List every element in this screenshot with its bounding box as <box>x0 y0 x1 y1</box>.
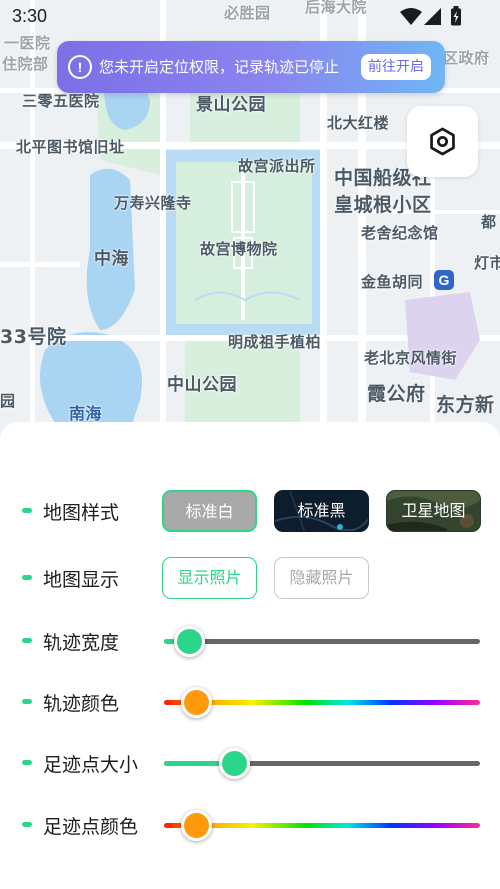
wifi-icon <box>400 8 422 25</box>
map-style-label: 地图样式 <box>43 502 120 524</box>
style-standard-white-button[interactable]: 标准白 <box>162 490 257 532</box>
map-style-row: 地图样式 标准白 标准黑 卫星地图 <box>0 488 500 534</box>
bullet-dot <box>22 760 32 765</box>
map-label: 老舍纪念馆 <box>361 224 439 242</box>
track-color-slider[interactable] <box>164 679 480 725</box>
map-label: 北大红楼 <box>327 114 390 132</box>
footprint-color-slider[interactable] <box>164 802 480 848</box>
notice-text: 您未开启定位权限，记录轨迹已停止 <box>99 58 340 76</box>
map-view[interactable]: 一医院 住院部 必胜园 后海大院 区政府 三零五医院 景山公园 北大红楼 北平图… <box>0 0 500 440</box>
style-satellite-button[interactable]: 卫星地图 <box>386 490 481 532</box>
style-standard-black-button[interactable]: 标准黑 <box>274 490 369 532</box>
map-label: 中山公园 <box>167 375 237 395</box>
map-label: 北平图书馆旧址 <box>16 138 125 156</box>
map-settings-button[interactable] <box>407 106 478 177</box>
bullet-dot <box>22 822 32 827</box>
map-label: 中海 <box>94 249 129 269</box>
footprint-size-label: 足迹点大小 <box>43 754 139 776</box>
map-label: 都 <box>481 213 497 231</box>
map-label: 老北京风情街 <box>364 349 458 367</box>
map-label: 三零五医院 <box>22 92 100 110</box>
map-label: 皇城根小区 <box>334 194 432 216</box>
map-label: 万寿兴隆寺 <box>114 194 192 212</box>
metro-icon: G <box>434 270 454 290</box>
hide-photos-button[interactable]: 隐藏照片 <box>274 557 369 599</box>
map-display-row: 地图显示 显示照片 隐藏照片 <box>0 555 500 601</box>
track-width-slider[interactable] <box>164 618 480 664</box>
footprint-size-slider[interactable] <box>164 740 480 786</box>
map-label: 故宫博物院 <box>200 240 278 258</box>
hexagon-gear-icon <box>430 127 455 156</box>
battery-icon <box>451 6 461 26</box>
map-label: 园 <box>0 392 16 410</box>
track-width-label: 轨迹宽度 <box>43 632 120 654</box>
map-label: 景山公园 <box>196 95 266 115</box>
map-label: 明成祖手植柏 <box>228 333 322 351</box>
bullet-dot <box>22 699 32 704</box>
slider-thumb[interactable] <box>174 626 206 657</box>
show-photos-button[interactable]: 显示照片 <box>162 557 257 599</box>
track-color-row: 轨迹颜色 <box>0 679 500 725</box>
map-label: 金鱼胡同 <box>361 273 424 291</box>
map-settings-panel: 地图样式 标准白 标准黑 卫星地图 地图显示 显示照片 隐藏照片 轨迹宽度 轨迹… <box>0 422 500 889</box>
track-color-label: 轨迹颜色 <box>43 693 120 715</box>
map-label: 区政府 <box>443 49 490 67</box>
alert-circle-icon: ! <box>68 55 92 79</box>
footprint-size-row: 足迹点大小 <box>0 740 500 786</box>
slider-thumb[interactable] <box>180 810 212 841</box>
status-time: 3:30 <box>12 6 48 26</box>
slider-track <box>164 639 480 644</box>
bullet-dot <box>22 575 32 580</box>
map-label: 东方新 <box>436 394 495 416</box>
status-bar: 3:30 <box>0 0 500 34</box>
map-label: 33号院 <box>0 326 67 348</box>
footprint-color-label: 足迹点颜色 <box>43 816 139 838</box>
map-label: 一医院 <box>4 34 51 52</box>
location-permission-notice: ! 您未开启定位权限，记录轨迹已停止 前往开启 <box>57 41 445 93</box>
map-label: 住院部 <box>2 55 49 73</box>
slider-thumb[interactable] <box>218 748 250 779</box>
bullet-dot <box>22 508 32 513</box>
map-label: 灯市 <box>474 254 500 272</box>
map-display-label: 地图显示 <box>43 569 120 591</box>
signal-icon <box>424 8 441 25</box>
map-label: 故宫派出所 <box>238 157 316 175</box>
map-label: 南海 <box>69 404 103 423</box>
footprint-color-row: 足迹点颜色 <box>0 802 500 848</box>
slider-thumb[interactable] <box>180 687 212 718</box>
bullet-dot <box>22 638 32 643</box>
map-label: 霞公府 <box>367 383 426 405</box>
go-enable-button[interactable]: 前往开启 <box>361 54 431 80</box>
track-width-row: 轨迹宽度 <box>0 618 500 664</box>
